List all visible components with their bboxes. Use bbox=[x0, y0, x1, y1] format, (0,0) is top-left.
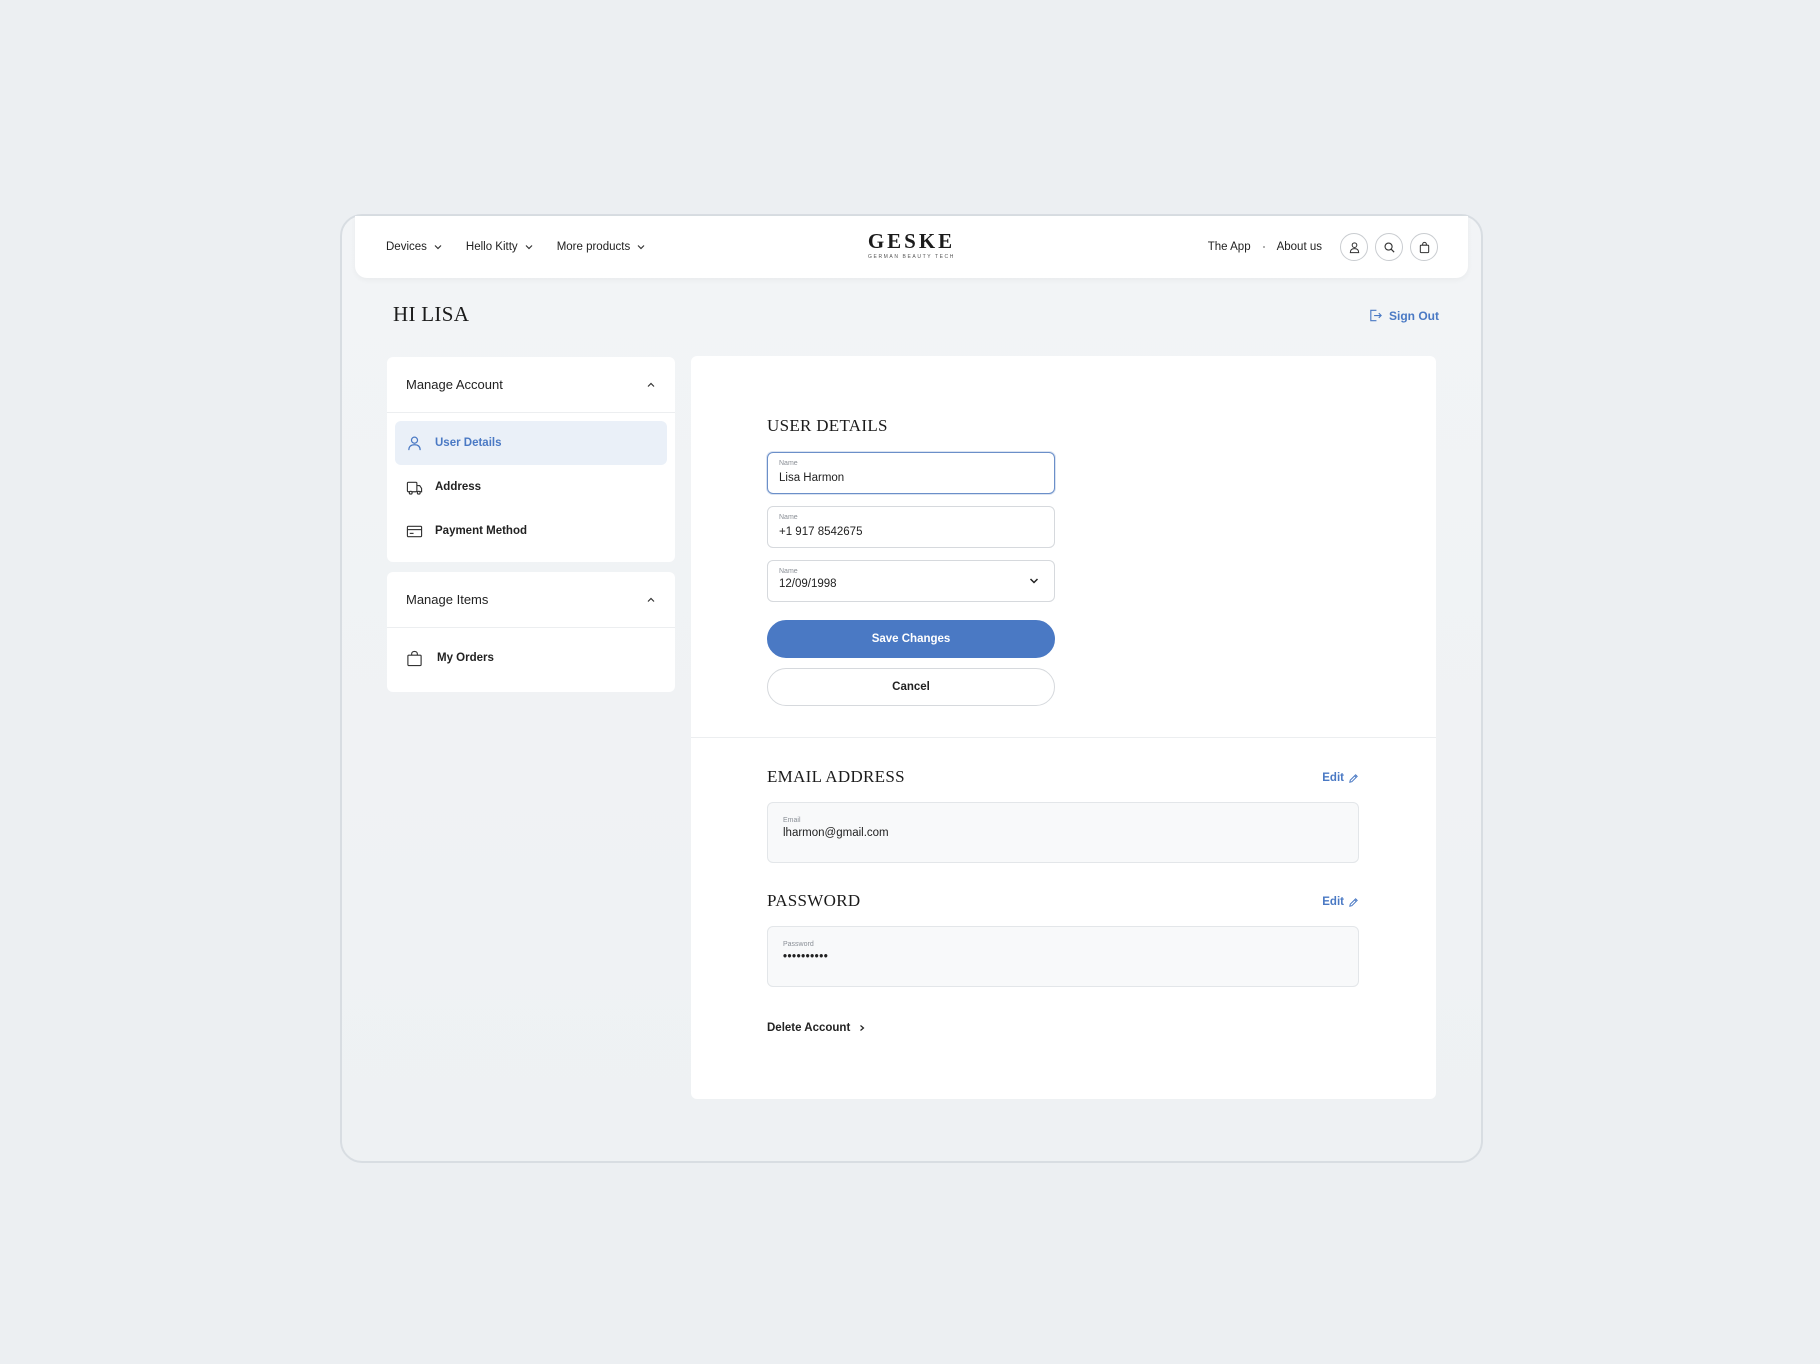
edit-email-button[interactable]: Edit bbox=[1322, 772, 1359, 784]
phone-field[interactable]: Name bbox=[767, 506, 1055, 548]
manage-account-panel: Manage Account User Details Address Paym… bbox=[387, 357, 675, 562]
account-button[interactable] bbox=[1340, 233, 1368, 261]
sidebar-item-label: My Orders bbox=[437, 652, 494, 664]
sidebar-item-payment-method[interactable]: Payment Method bbox=[395, 509, 667, 553]
pencil-icon bbox=[1349, 773, 1358, 783]
sign-out-icon bbox=[1370, 309, 1382, 322]
sign-out-button[interactable]: Sign Out bbox=[1368, 308, 1439, 323]
cart-button[interactable] bbox=[1410, 233, 1438, 261]
manage-items-panel: Manage Items My Orders bbox=[387, 572, 675, 692]
sidebar-item-user-details[interactable]: User Details bbox=[395, 421, 667, 465]
search-button[interactable] bbox=[1375, 233, 1403, 261]
password-field: Password •••••••••• bbox=[767, 926, 1359, 987]
account-details-card: USER DETAILS Name Name Name 12/09/1998 S… bbox=[691, 356, 1436, 1099]
field-label: Name bbox=[779, 460, 798, 467]
user-icon bbox=[1349, 241, 1359, 253]
page-title: HI LISA bbox=[393, 302, 470, 326]
panel-title: Manage Items bbox=[406, 592, 489, 607]
panel-title: Manage Account bbox=[406, 377, 503, 392]
save-changes-button[interactable]: Save Changes bbox=[767, 620, 1055, 658]
delete-account-link[interactable]: Delete Account bbox=[767, 1022, 866, 1034]
bag-icon bbox=[1419, 241, 1429, 253]
nav-right: The App About us bbox=[1208, 216, 1438, 278]
sidebar-item-label: Payment Method bbox=[435, 525, 528, 537]
card-icon bbox=[406, 525, 423, 537]
chevron-up-icon bbox=[647, 382, 655, 387]
birthdate-select[interactable]: Name 12/09/1998 bbox=[767, 560, 1055, 602]
name-input[interactable] bbox=[779, 472, 1043, 484]
chevron-up-icon bbox=[647, 597, 655, 602]
field-label: Password bbox=[783, 941, 814, 948]
manage-account-header[interactable]: Manage Account bbox=[387, 357, 675, 413]
sign-out-label: Sign Out bbox=[1389, 308, 1439, 323]
name-field[interactable]: Name bbox=[767, 452, 1055, 494]
password-value: •••••••••• bbox=[783, 951, 829, 963]
birthdate-value: 12/09/1998 bbox=[779, 578, 837, 590]
edit-label: Edit bbox=[1322, 772, 1344, 784]
cancel-button[interactable]: Cancel bbox=[767, 668, 1055, 706]
chevron-right-icon bbox=[860, 1025, 865, 1031]
field-label: Name bbox=[779, 514, 798, 521]
search-icon bbox=[1383, 241, 1395, 253]
manage-items-header[interactable]: Manage Items bbox=[387, 572, 675, 628]
edit-password-button[interactable]: Edit bbox=[1322, 896, 1359, 908]
truck-icon bbox=[406, 481, 423, 495]
nav-separator bbox=[1262, 246, 1265, 248]
edit-label: Edit bbox=[1322, 896, 1344, 908]
email-section-title: EMAIL ADDRESS bbox=[767, 767, 905, 786]
sidebar-item-address[interactable]: Address bbox=[395, 465, 667, 509]
section-divider bbox=[691, 737, 1436, 738]
pencil-icon bbox=[1349, 897, 1358, 907]
user-details-title: USER DETAILS bbox=[767, 416, 888, 435]
sidebar-item-label: User Details bbox=[435, 437, 502, 449]
bag-icon bbox=[407, 650, 422, 666]
field-label: Email bbox=[783, 817, 801, 824]
field-label: Name bbox=[779, 568, 798, 575]
phone-input[interactable] bbox=[779, 526, 1043, 538]
email-field: Email lharmon@gmail.com bbox=[767, 802, 1359, 863]
password-section-title: PASSWORD bbox=[767, 891, 861, 910]
nav-link-about-us[interactable]: About us bbox=[1277, 241, 1322, 253]
nav-link-the-app[interactable]: The App bbox=[1208, 241, 1251, 253]
sidebar-item-my-orders[interactable]: My Orders bbox=[395, 636, 667, 680]
email-value: lharmon@gmail.com bbox=[783, 827, 889, 839]
top-nav: Devices Hello Kitty More products GESKE … bbox=[355, 216, 1468, 278]
chevron-down-icon bbox=[1029, 578, 1039, 584]
user-icon bbox=[408, 436, 421, 450]
delete-account-label: Delete Account bbox=[767, 1022, 851, 1034]
sidebar-item-label: Address bbox=[435, 481, 482, 493]
